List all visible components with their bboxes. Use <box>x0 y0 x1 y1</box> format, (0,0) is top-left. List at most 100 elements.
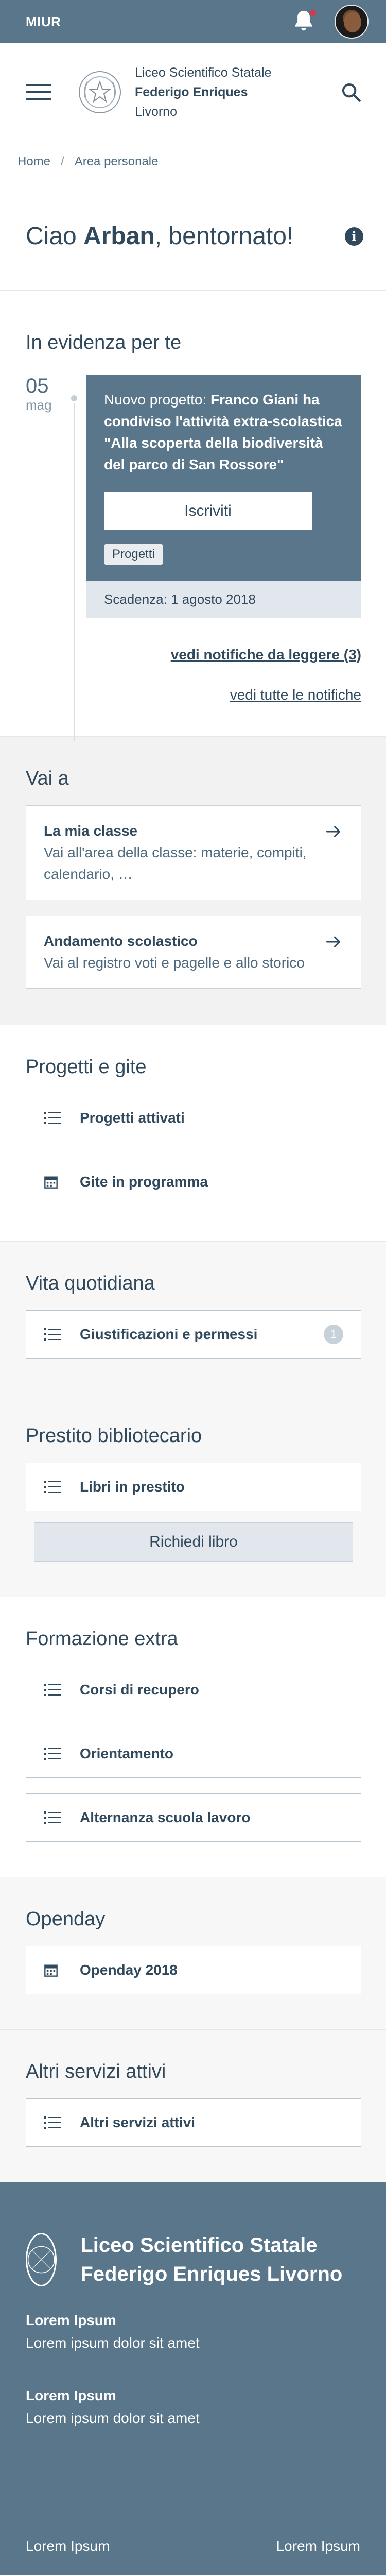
goto-card-class[interactable]: La mia classe Vai all'area della classe:… <box>26 805 361 900</box>
republic-emblem-icon[interactable] <box>76 69 124 116</box>
footer-link-right[interactable]: Lorem Ipsum <box>276 2538 360 2554</box>
other-services-section: Altri servizi attivi Altri servizi attiv… <box>0 2030 386 2182</box>
section-title: Prestito bibliotecario <box>26 1425 202 1447</box>
recovery-courses-button[interactable]: Corsi di recupero <box>26 1666 361 1714</box>
hamburger-icon-bar <box>26 91 51 93</box>
footer-bottom-links: Lorem Ipsum Lorem Ipsum <box>26 2538 360 2554</box>
subscribe-button[interactable]: Iscriviti <box>104 492 312 530</box>
section-title: Altri servizi attivi <box>26 2061 166 2082</box>
button-label: Corsi di recupero <box>80 1682 199 1698</box>
work-alternation-button[interactable]: Alternanza scuola lavoro <box>26 1793 361 1842</box>
goto-card-title: Andamento scolastico <box>44 933 198 949</box>
footer-item: Lorem Ipsum Lorem ipsum dolor sit amet <box>26 2309 360 2354</box>
button-label: Libri in prestito <box>80 1479 185 1495</box>
list-icon <box>44 1811 64 1824</box>
hamburger-icon-bar <box>26 98 51 100</box>
logo-placeholder-icon <box>26 2233 57 2286</box>
list-icon <box>44 1747 64 1760</box>
footer-item-heading: Lorem Ipsum <box>26 2312 116 2328</box>
projects-section: Progetti e gite Progetti attivati Gite i… <box>0 1025 386 1242</box>
section-title: Vai a <box>26 768 69 789</box>
timeline-dot <box>71 395 77 401</box>
breadcrumb: Home / Area personale <box>0 141 386 182</box>
goto-card-text: La mia classe Vai all'area della classe:… <box>44 820 325 885</box>
arrow-right-icon <box>326 936 340 947</box>
footer-link-left[interactable]: Lorem Ipsum <box>26 2538 110 2554</box>
openday-button[interactable]: Openday 2018 <box>26 1946 361 1994</box>
school-name-line: Federigo Enriques <box>135 84 248 99</box>
deadline-label: Scadenza: 1 agosto 2018 <box>86 581 361 618</box>
greeting-bar: Ciao Arban, bentornato! i <box>0 182 386 291</box>
all-notifications-link[interactable]: vedi tutte le notifiche <box>26 685 361 705</box>
notifications-button[interactable] <box>292 9 317 35</box>
timeline: 05 mag Nuovo progetto: Franco Giani ha c… <box>26 375 361 741</box>
school-name-line: Livorno <box>135 104 177 119</box>
goto-card-grades[interactable]: Andamento scolastico Vai al registro vot… <box>26 916 361 989</box>
date-month: mag <box>26 397 52 413</box>
borrowed-books-button[interactable]: Libri in prestito <box>26 1463 361 1511</box>
footer-item-text: Lorem ipsum dolor sit amet <box>26 2335 200 2351</box>
notification-dot <box>309 9 317 17</box>
search-button[interactable] <box>337 78 365 107</box>
category-tag[interactable]: Progetti <box>104 544 163 565</box>
goto-card-text: Andamento scolastico Vai al registro vot… <box>44 930 325 974</box>
list-icon <box>44 1683 64 1697</box>
section-title: Progetti e gite <box>26 1056 147 1078</box>
section-title: Formazione extra <box>26 1628 178 1650</box>
section-title: Vita quotidiana <box>26 1273 155 1294</box>
site-header: Liceo Scientifico Statale Federigo Enriq… <box>0 43 386 141</box>
request-book-button[interactable]: Richiedi libro <box>34 1522 353 1562</box>
footer-item-heading: Lorem Ipsum <box>26 2387 116 2403</box>
section-title: Openday <box>26 1908 106 1930</box>
extra-training-section: Formazione extra Corsi di recupero Orien… <box>0 1597 386 1877</box>
date-day: 05 <box>26 375 49 397</box>
timeline-line <box>74 403 75 741</box>
button-label: Altri servizi attivi <box>80 2114 196 2130</box>
openday-section: Openday Openday 2018 <box>0 1877 386 2030</box>
school-name-line: Liceo Scientifico Statale <box>135 65 272 80</box>
avatar[interactable] <box>335 5 369 39</box>
site-footer: Liceo Scientifico Statale Federigo Enriq… <box>0 2182 386 2575</box>
notification-card: Nuovo progetto: Franco Giani ha condivis… <box>86 375 361 618</box>
menu-button[interactable] <box>26 83 51 100</box>
arrow-right-icon <box>326 826 340 837</box>
greeting-prefix: Ciao <box>26 223 84 250</box>
timeline-date: 05 mag <box>26 375 67 618</box>
footer-item: Lorem Ipsum Lorem ipsum dolor sit amet <box>26 2384 360 2430</box>
notification-body: Nuovo progetto: Franco Giani ha condivis… <box>86 375 361 581</box>
projects-button[interactable]: Progetti attivati <box>26 1094 361 1142</box>
user-name: Arban <box>83 223 155 250</box>
button-label: Alternanza scuola lavoro <box>80 1809 251 1825</box>
info-icon[interactable]: i <box>345 227 363 246</box>
breadcrumb-separator: / <box>61 154 64 168</box>
notification-prefix: Nuovo progetto: <box>104 392 211 408</box>
list-icon <box>44 1328 64 1341</box>
footer-school-name: Liceo Scientifico Statale Federigo Enriq… <box>80 2234 343 2285</box>
notification-text: Nuovo progetto: Franco Giani ha condivis… <box>104 389 344 476</box>
list-icon <box>44 1480 64 1494</box>
top-bar: MIUR <box>0 0 386 43</box>
trips-button[interactable]: Gite in programma <box>26 1158 361 1206</box>
top-bar-actions <box>292 5 369 39</box>
unread-notifications-link[interactable]: vedi notifiche da leggere (3) <box>26 645 361 665</box>
button-label: Orientamento <box>80 1745 174 1761</box>
footer-item-text: Lorem ipsum dolor sit amet <box>26 2410 200 2426</box>
calendar-icon <box>44 1175 64 1189</box>
school-name[interactable]: Liceo Scientifico Statale Federigo Enriq… <box>135 63 337 122</box>
list-icon <box>44 2116 64 2129</box>
other-services-button[interactable]: Altri servizi attivi <box>26 2098 361 2147</box>
button-label: Gite in programma <box>80 1174 208 1190</box>
button-label: Progetti attivati <box>80 1110 185 1126</box>
notification-links: vedi notifiche da leggere (3) vedi tutte… <box>26 645 361 705</box>
section-title: In evidenza per te <box>26 332 182 353</box>
footer-brand: Liceo Scientifico Statale Federigo Enriq… <box>26 2231 360 2289</box>
goto-card-description: Vai al registro voti e pagelle e allo st… <box>44 955 305 971</box>
button-label: Openday 2018 <box>80 1962 178 1978</box>
calendar-icon <box>44 1963 64 1977</box>
breadcrumb-home-link[interactable]: Home <box>17 155 50 169</box>
justifications-button[interactable]: Giustificazioni e permessi 1 <box>26 1310 361 1359</box>
orientation-button[interactable]: Orientamento <box>26 1730 361 1778</box>
goto-card-description: Vai all'area della classe: materie, comp… <box>44 844 307 882</box>
brand-label[interactable]: MIUR <box>26 14 61 30</box>
hamburger-icon-bar <box>26 83 51 86</box>
